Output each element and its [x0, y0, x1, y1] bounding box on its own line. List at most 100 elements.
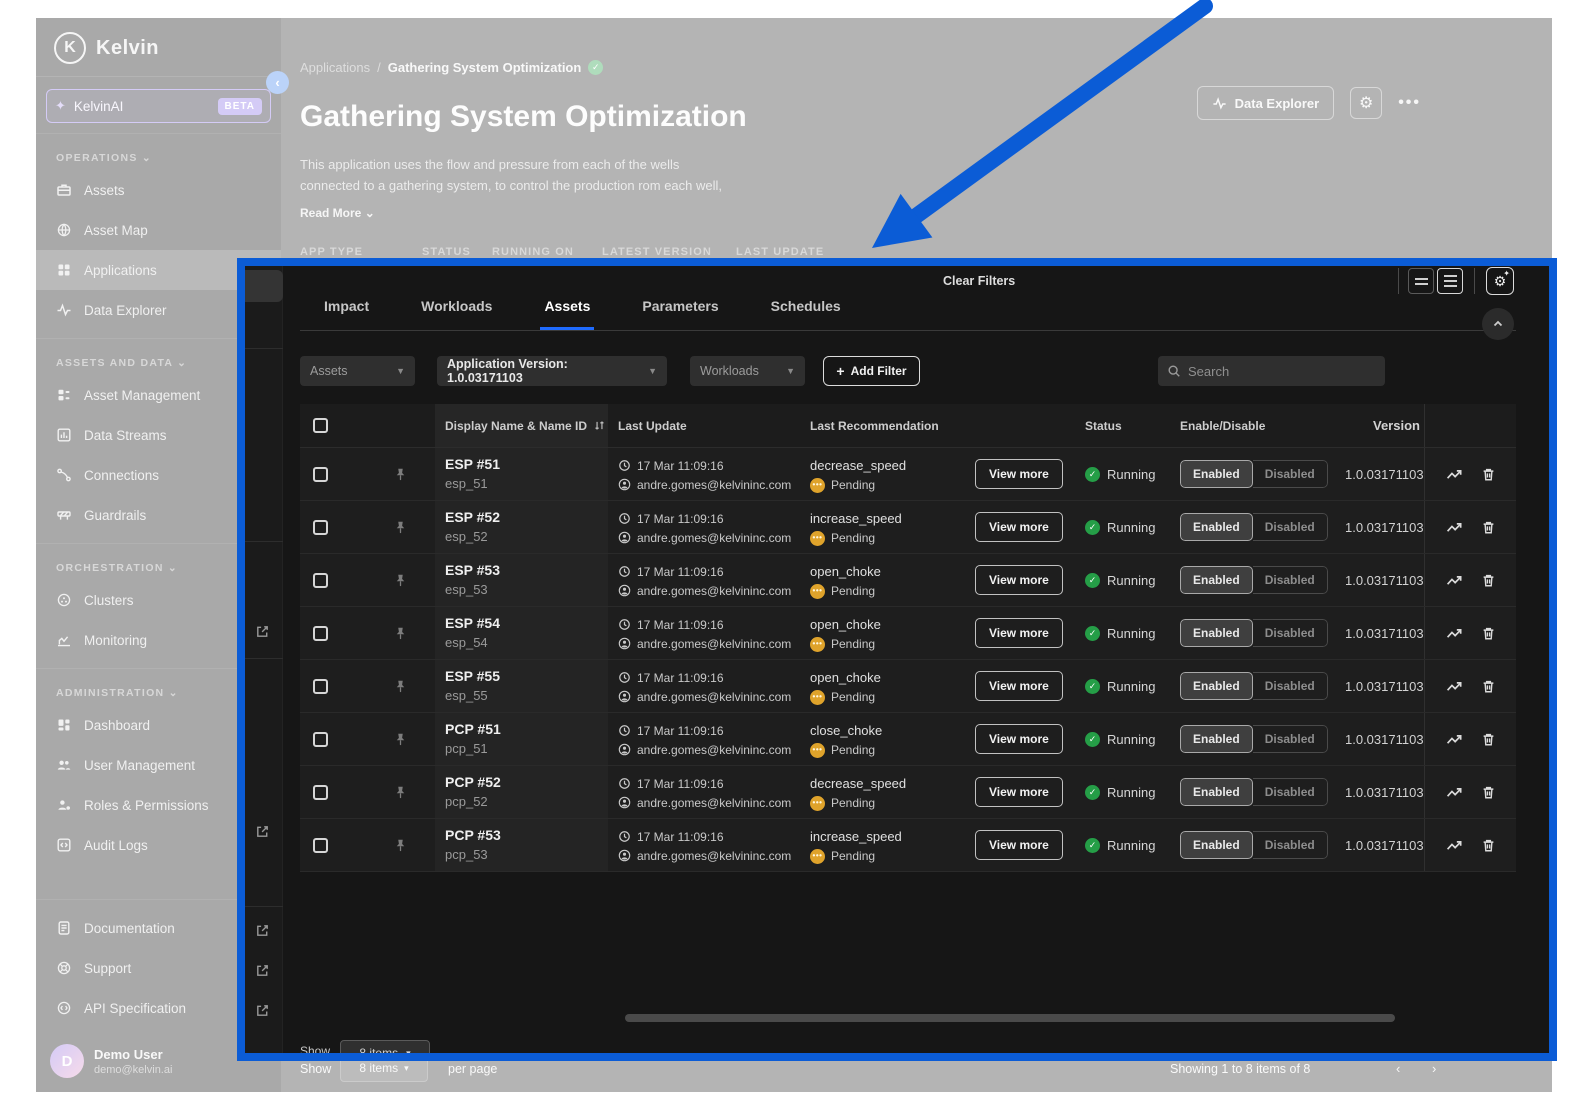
expanded-view-toggle[interactable] [1437, 268, 1463, 294]
row-checkbox[interactable] [313, 731, 328, 747]
insights-trend-icon[interactable] [1446, 837, 1463, 854]
column-header-last-recommendation[interactable]: Last Recommendation [800, 419, 975, 433]
view-more-button[interactable]: View more [975, 565, 1063, 595]
disabled-option[interactable]: Disabled [1252, 831, 1328, 859]
sort-icon[interactable] [593, 419, 606, 432]
view-more-button[interactable]: View more [975, 512, 1063, 542]
view-more-button[interactable]: View more [975, 459, 1063, 489]
more-options-button[interactable]: ••• [1398, 94, 1421, 112]
row-checkbox[interactable] [313, 572, 328, 588]
add-filter-button[interactable]: + Add Filter [823, 356, 920, 386]
asset-display-name[interactable]: PCP #52 [445, 774, 608, 790]
enabled-option[interactable]: Enabled [1180, 566, 1253, 594]
app-version-filter-select[interactable]: Application Version: 1.0.03171103 ▼ [437, 356, 667, 386]
insights-trend-icon[interactable] [1446, 731, 1463, 748]
select-all-checkbox[interactable] [313, 418, 328, 433]
disabled-option[interactable]: Disabled [1252, 778, 1328, 806]
data-explorer-button[interactable]: Data Explorer [1196, 86, 1335, 120]
tab-assets[interactable]: Assets [540, 290, 595, 330]
delete-trash-icon[interactable] [1481, 520, 1496, 535]
disabled-option[interactable]: Disabled [1252, 460, 1328, 488]
pin-icon[interactable] [393, 626, 408, 641]
view-more-button[interactable]: View more [975, 671, 1063, 701]
page-size-select[interactable]: 8 items ▾ [340, 1040, 430, 1053]
row-checkbox[interactable] [313, 519, 328, 535]
delete-trash-icon[interactable] [1481, 732, 1496, 747]
pin-icon[interactable] [393, 573, 408, 588]
insights-trend-icon[interactable] [1446, 625, 1463, 642]
breadcrumb[interactable]: Applications / Gathering System Optimiza… [300, 60, 604, 75]
asset-display-name[interactable]: ESP #55 [445, 668, 608, 684]
enabled-option[interactable]: Enabled [1180, 513, 1253, 541]
breadcrumb-parent[interactable]: Applications [300, 60, 370, 75]
insights-trend-icon[interactable] [1446, 678, 1463, 695]
clear-filters-button[interactable]: Clear Filters [943, 274, 1015, 304]
disabled-option[interactable]: Disabled [1252, 672, 1328, 700]
insights-trend-icon[interactable] [1446, 519, 1463, 536]
tab-workloads[interactable]: Workloads [417, 290, 496, 330]
search-input[interactable] [1188, 363, 1368, 379]
workloads-filter-select[interactable]: Workloads ▼ [690, 356, 805, 386]
enabled-option[interactable]: Enabled [1180, 672, 1253, 700]
delete-trash-icon[interactable] [1481, 467, 1496, 482]
sidebar-item-assets[interactable]: Assets [36, 170, 281, 210]
sidebar-item-asset-map[interactable]: Asset Map [36, 210, 281, 250]
delete-trash-icon[interactable] [1481, 785, 1496, 800]
enabled-option[interactable]: Enabled [1180, 778, 1253, 806]
pin-icon[interactable] [393, 467, 408, 482]
asset-display-name[interactable]: ESP #53 [445, 562, 608, 578]
disabled-option[interactable]: Disabled [1252, 619, 1328, 647]
search-box[interactable] [1158, 356, 1385, 386]
pin-icon[interactable] [393, 785, 408, 800]
insights-trend-icon[interactable] [1446, 784, 1463, 801]
collapse-panel-button[interactable] [1482, 308, 1514, 340]
sidebar-item-kelvinai[interactable]: ✦ KelvinAI BETA [46, 89, 271, 123]
asset-display-name[interactable]: ESP #54 [445, 615, 608, 631]
horizontal-scrollbar[interactable] [625, 1014, 1395, 1022]
view-more-button[interactable]: View more [975, 724, 1063, 754]
pin-icon[interactable] [393, 520, 408, 535]
column-settings-button[interactable]: ⚙ ✦ [1486, 267, 1514, 295]
disabled-option[interactable]: Disabled [1252, 725, 1328, 753]
delete-trash-icon[interactable] [1481, 573, 1496, 588]
disabled-option[interactable]: Disabled [1252, 566, 1328, 594]
asset-display-name[interactable]: PCP #53 [445, 827, 608, 843]
pin-icon[interactable] [393, 838, 408, 853]
enabled-option[interactable]: Enabled [1180, 725, 1253, 753]
pagination-controls[interactable]: ‹ › [1396, 1061, 1450, 1076]
column-header-enable[interactable]: Enable/Disable [1180, 419, 1345, 433]
assets-filter-select[interactable]: Assets ▼ [300, 356, 415, 386]
pin-icon[interactable] [393, 679, 408, 694]
enabled-option[interactable]: Enabled [1180, 460, 1253, 488]
view-more-button[interactable]: View more [975, 618, 1063, 648]
tab-parameters[interactable]: Parameters [638, 290, 722, 330]
asset-display-name[interactable]: ESP #51 [445, 456, 608, 472]
view-more-button[interactable]: View more [975, 777, 1063, 807]
view-more-button[interactable]: View more [975, 830, 1063, 860]
asset-display-name[interactable]: PCP #51 [445, 721, 608, 737]
delete-trash-icon[interactable] [1481, 679, 1496, 694]
tab-schedules[interactable]: Schedules [767, 290, 845, 330]
column-header-status[interactable]: Status [1085, 419, 1180, 433]
column-header-version[interactable]: Version [1345, 418, 1424, 433]
compact-view-toggle[interactable] [1408, 268, 1434, 294]
row-checkbox[interactable] [313, 678, 328, 694]
row-checkbox[interactable] [313, 466, 328, 482]
row-checkbox[interactable] [313, 784, 328, 800]
insights-trend-icon[interactable] [1446, 572, 1463, 589]
delete-trash-icon[interactable] [1481, 626, 1496, 641]
insights-trend-icon[interactable] [1446, 466, 1463, 483]
settings-gear-button[interactable]: ⚙ [1350, 87, 1383, 119]
enabled-option[interactable]: Enabled [1180, 831, 1253, 859]
enabled-option[interactable]: Enabled [1180, 619, 1253, 647]
column-header-name[interactable]: Display Name & Name ID [435, 404, 608, 447]
pin-icon[interactable] [393, 732, 408, 747]
sidebar-collapse-button[interactable]: ‹ [266, 71, 289, 94]
asset-display-name[interactable]: ESP #52 [445, 509, 608, 525]
read-more-link[interactable]: Read More ⌄ [300, 206, 375, 220]
row-checkbox[interactable] [313, 625, 328, 641]
tab-impact[interactable]: Impact [320, 290, 373, 330]
delete-trash-icon[interactable] [1481, 838, 1496, 853]
disabled-option[interactable]: Disabled [1252, 513, 1328, 541]
column-header-last-update[interactable]: Last Update [608, 419, 800, 433]
